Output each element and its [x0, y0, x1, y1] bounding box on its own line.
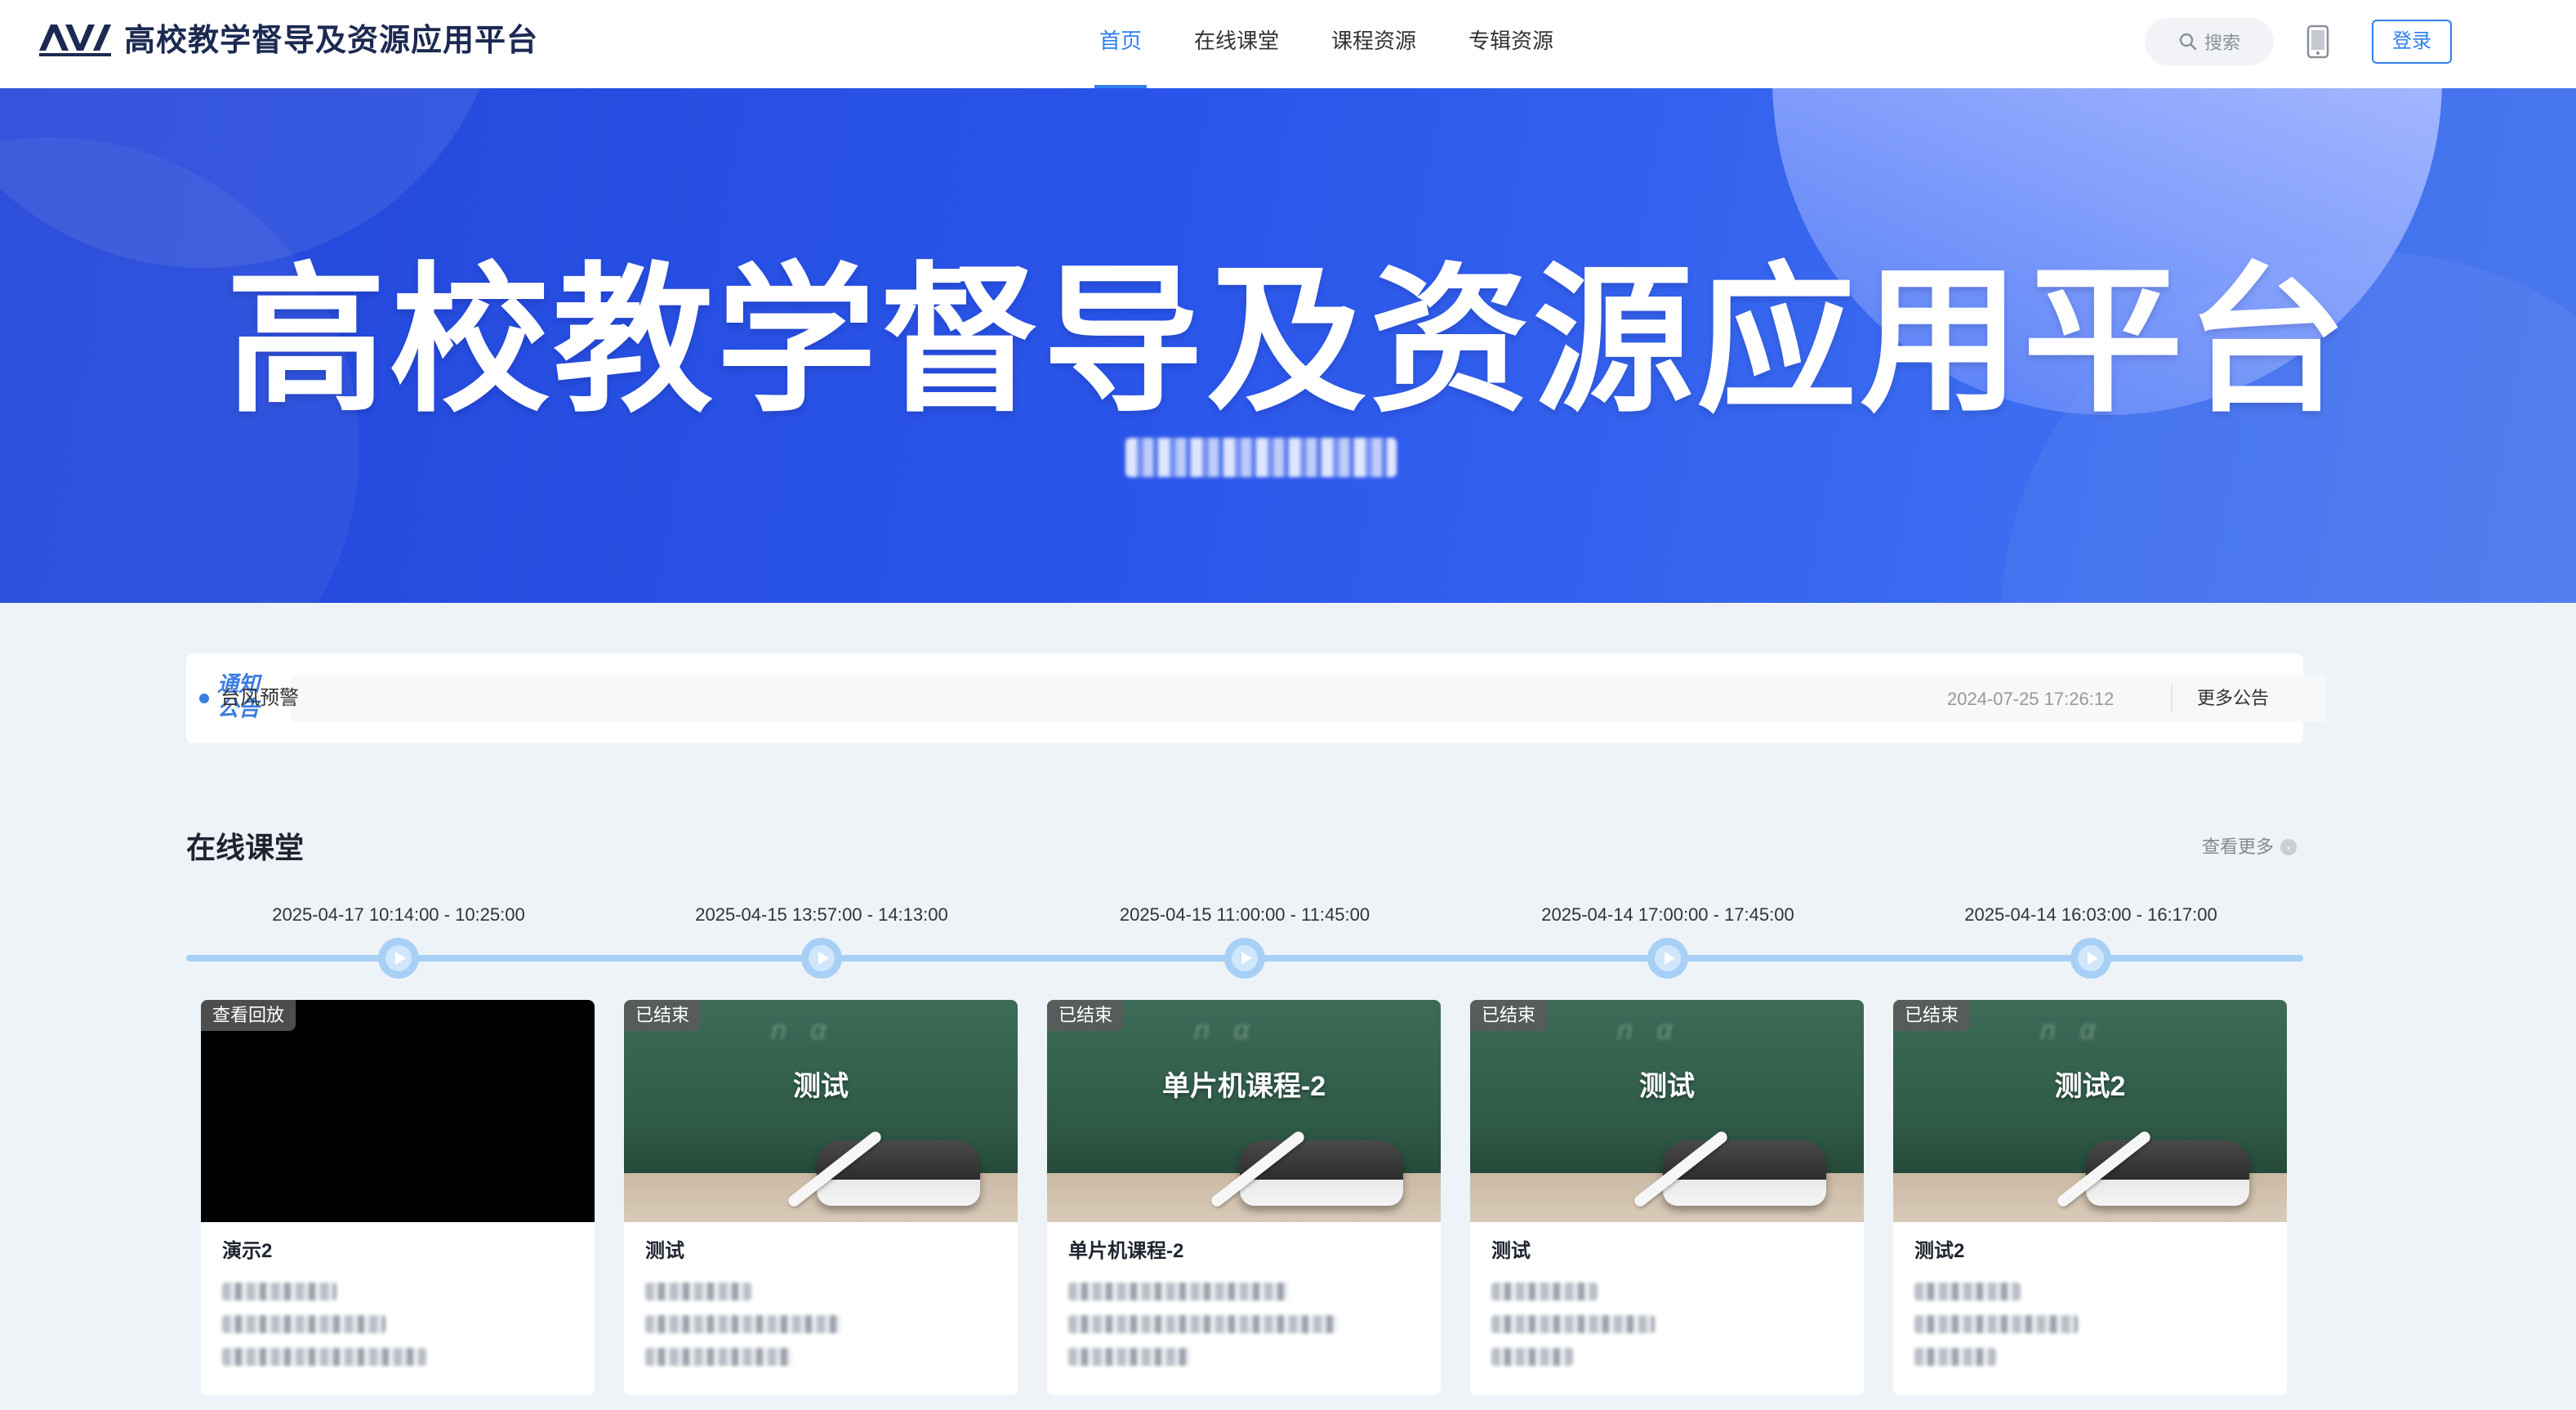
play-icon	[1664, 952, 1675, 965]
view-more-link[interactable]: 查看更多 ›	[2202, 833, 2297, 861]
class-thumbnail[interactable]	[201, 1000, 595, 1222]
timeline-play-node[interactable]	[378, 938, 419, 979]
timeline-play-node[interactable]	[801, 938, 842, 979]
login-button[interactable]: 登录	[2372, 20, 2452, 64]
nav-album-resources[interactable]: 专辑资源	[1464, 0, 1558, 88]
search-icon	[2179, 33, 2197, 51]
timeline-play-node[interactable]	[1224, 938, 1265, 979]
class-card[interactable]: n α 测试 已结束 测试	[624, 1000, 1018, 1395]
nav-online-class[interactable]: 在线课堂	[1189, 0, 1284, 88]
blurred-info	[1914, 1283, 2021, 1301]
eraser-image	[1663, 1140, 1826, 1206]
top-header: 高校教学督导及资源应用平台 首页 在线课堂 课程资源 专辑资源 搜索 登录	[0, 0, 2576, 88]
class-name: 测试	[1491, 1240, 1531, 1262]
status-badge: 已结束	[1893, 1000, 1971, 1031]
main-nav: 首页 在线课堂 课程资源 专辑资源	[1094, 0, 1601, 88]
timeline-play-node[interactable]	[2070, 938, 2111, 979]
blurred-info	[1914, 1348, 1996, 1366]
nav-home[interactable]: 首页	[1094, 0, 1148, 88]
section-title: 在线课堂	[186, 831, 305, 864]
class-name: 测试2	[1914, 1240, 1965, 1262]
timeline-date: 2025-04-17 10:14:00 - 10:25:00	[272, 904, 525, 925]
blurred-info	[645, 1283, 751, 1301]
blurred-info	[222, 1315, 386, 1333]
search-button[interactable]: 搜索	[2145, 18, 2274, 65]
blurred-info	[645, 1348, 792, 1366]
banner-title: 高校教学督导及资源应用平台	[225, 252, 2350, 431]
banner-subtitle-blurred	[1125, 438, 1397, 477]
hero-banner: 高校教学督导及资源应用平台	[0, 88, 2576, 603]
more-notices-link[interactable]: 更多公告	[2197, 685, 2269, 712]
timeline-date: 2025-04-15 11:00:00 - 11:45:00	[1119, 904, 1370, 925]
blurred-info	[645, 1315, 841, 1333]
timeline-date: 2025-04-15 13:57:00 - 14:13:00	[695, 904, 948, 925]
blurred-info	[1914, 1315, 2078, 1333]
blurred-info	[1491, 1348, 1573, 1366]
status-badge: 查看回放	[201, 1000, 296, 1031]
site-title: 高校教学督导及资源应用平台	[124, 24, 539, 58]
blurred-info	[1068, 1283, 1289, 1301]
play-icon	[2087, 952, 2098, 965]
search-label: 搜索	[2204, 33, 2240, 53]
blurred-info	[222, 1348, 426, 1366]
thumbnail-title: 测试	[793, 1071, 849, 1102]
timeline-play-node[interactable]	[1647, 938, 1688, 979]
play-icon	[1241, 952, 1252, 965]
ava-logo[interactable]	[38, 20, 113, 59]
chevron-right-icon: ›	[2280, 839, 2297, 855]
status-badge: 已结束	[1470, 1000, 1548, 1031]
blurred-info	[222, 1283, 336, 1301]
play-icon	[394, 952, 406, 965]
blurred-info	[1068, 1348, 1191, 1366]
class-name: 演示2	[222, 1240, 273, 1262]
notice-divider	[2171, 685, 2173, 712]
class-thumbnail[interactable]: n α 单片机课程-2	[1047, 1000, 1441, 1222]
thumbnail-title: 单片机课程-2	[1161, 1071, 1326, 1102]
nav-course-resources[interactable]: 课程资源	[1326, 0, 1421, 88]
chalk-writing: n α	[1617, 1015, 1681, 1046]
eraser-image	[817, 1140, 980, 1206]
thumbnail-title: 测试	[1639, 1071, 1695, 1102]
class-name: 单片机课程-2	[1068, 1240, 1184, 1262]
play-icon	[818, 952, 829, 965]
chalk-writing: n α	[1194, 1015, 1258, 1046]
status-badge: 已结束	[624, 1000, 702, 1031]
notice-date: 2024-07-25 17:26:12	[1947, 689, 2115, 709]
timeline-date: 2025-04-14 16:03:00 - 16:17:00	[1964, 904, 2217, 925]
notice-bullet-icon	[199, 694, 209, 703]
class-thumbnail[interactable]: n α 测试	[624, 1000, 1018, 1222]
class-card[interactable]: n α 单片机课程-2 已结束 单片机课程-2	[1047, 1000, 1441, 1395]
class-card[interactable]: 查看回放 演示2	[201, 1000, 595, 1395]
eraser-image	[2086, 1140, 2249, 1206]
blurred-info	[1491, 1283, 1598, 1301]
chalk-writing: n α	[2040, 1015, 2104, 1046]
class-thumbnail[interactable]: n α 测试	[1470, 1000, 1864, 1222]
thumbnail-title: 测试2	[2054, 1071, 2126, 1102]
class-card[interactable]: n α 测试2 已结束 测试2	[1893, 1000, 2287, 1395]
timeline-date: 2025-04-14 17:00:00 - 17:45:00	[1541, 904, 1794, 925]
class-card[interactable]: n α 测试 已结束 测试	[1470, 1000, 1864, 1395]
class-name: 测试	[645, 1240, 684, 1262]
status-badge: 已结束	[1047, 1000, 1125, 1031]
eraser-image	[1240, 1140, 1403, 1206]
blurred-info	[1491, 1315, 1655, 1333]
chalk-writing: n α	[771, 1015, 835, 1046]
mobile-icon[interactable]	[2306, 25, 2329, 59]
blurred-info	[1068, 1315, 1338, 1333]
class-thumbnail[interactable]: n α 测试2	[1893, 1000, 2287, 1222]
notice-text[interactable]: 台风预警	[221, 685, 299, 712]
view-more-label: 查看更多	[2202, 837, 2275, 857]
